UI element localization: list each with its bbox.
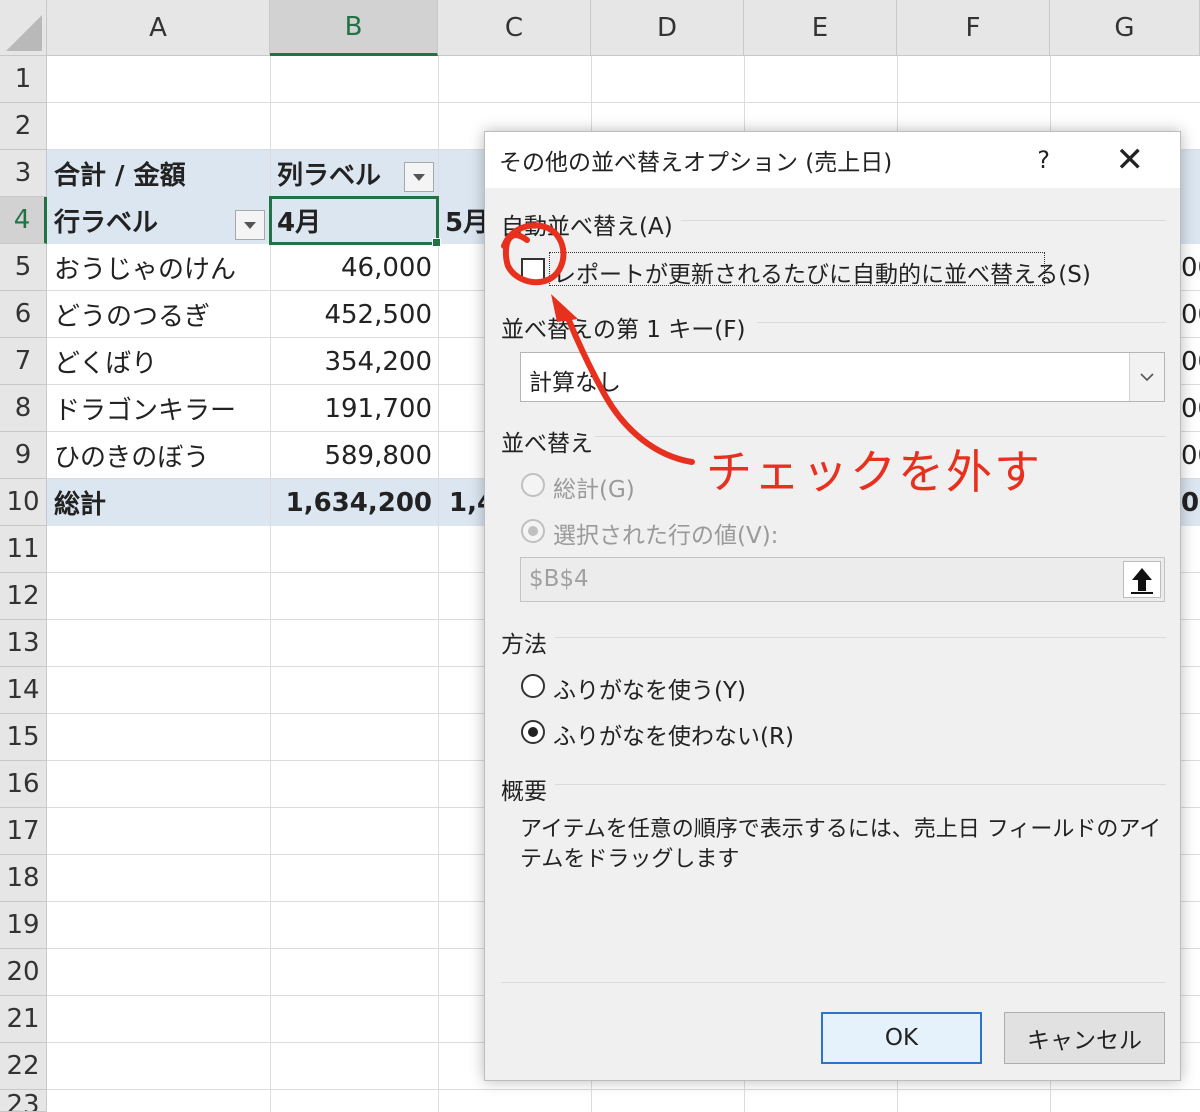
- pivot-value-cell[interactable]: 00: [1181, 338, 1200, 385]
- chevron-down-icon: [1140, 373, 1154, 382]
- row-labels-filter-button[interactable]: [235, 210, 265, 240]
- pivot-row-item[interactable]: ドラゴンキラー: [48, 385, 270, 432]
- row-header[interactable]: 5: [0, 244, 47, 291]
- pivot-total-value[interactable]: 1,634,200: [271, 479, 438, 526]
- pivot-value-cell[interactable]: 00: [1181, 385, 1200, 432]
- row-header[interactable]: 18: [0, 855, 47, 902]
- furigana-radio[interactable]: [521, 674, 545, 698]
- method-section-label: 方法: [501, 632, 547, 658]
- column-header-c[interactable]: C: [438, 0, 591, 56]
- dialog-titlebar[interactable]: その他の並べ替えオプション (売上日) ? ✕: [485, 132, 1180, 188]
- pivot-value-cell[interactable]: 589,800: [271, 432, 438, 479]
- reference-value: $B$4: [529, 566, 589, 592]
- column-header-e[interactable]: E: [744, 0, 897, 56]
- pivot-total-value[interactable]: 0: [1181, 479, 1200, 526]
- pivot-value-cell[interactable]: 452,500: [271, 291, 438, 338]
- row-header[interactable]: 11: [0, 526, 47, 573]
- row-header[interactable]: 2: [0, 103, 47, 150]
- reference-input[interactable]: $B$4: [520, 557, 1165, 602]
- sort-options-dialog: その他の並べ替えオプション (売上日) ? ✕ 自動並べ替え(A) レポートが更…: [484, 131, 1181, 1081]
- pivot-value-cell[interactable]: 354,200: [271, 338, 438, 385]
- summary-section-label: 概要: [501, 779, 547, 805]
- auto-sort-section-label: 自動並べ替え(A): [501, 214, 673, 240]
- row-header[interactable]: 21: [0, 996, 47, 1043]
- fill-handle[interactable]: [432, 238, 441, 247]
- row-header[interactable]: 1: [0, 56, 47, 103]
- auto-sort-checkbox[interactable]: [521, 258, 545, 282]
- pivot-value-cell[interactable]: 00: [1181, 291, 1200, 338]
- selected-row-radio-label[interactable]: 選択された行の値(V):: [553, 516, 778, 550]
- pivot-sum-header[interactable]: 合計 / 金額: [48, 150, 270, 197]
- column-header-f[interactable]: F: [897, 0, 1050, 56]
- pivot-row-item[interactable]: ひのきのぼう: [48, 432, 270, 479]
- row-header[interactable]: 6: [0, 291, 47, 338]
- column-header-d[interactable]: D: [591, 0, 744, 56]
- pivot-month-header[interactable]: 5月: [439, 197, 484, 244]
- ok-button[interactable]: OK: [821, 1012, 982, 1064]
- gridline: [47, 102, 1200, 103]
- cancel-button[interactable]: キャンセル: [1004, 1012, 1165, 1064]
- pivot-value-cell[interactable]: 191,700: [271, 385, 438, 432]
- row-header[interactable]: 4: [0, 197, 47, 244]
- row-header[interactable]: 8: [0, 385, 47, 432]
- dropdown-arrow-icon: [244, 221, 256, 229]
- gridline: [47, 1089, 1200, 1090]
- pivot-row-item[interactable]: どうのつるぎ: [48, 291, 270, 338]
- row-header[interactable]: 15: [0, 714, 47, 761]
- row-header[interactable]: 3: [0, 150, 47, 197]
- row-header[interactable]: 9: [0, 432, 47, 479]
- select-all-corner[interactable]: [0, 0, 47, 56]
- row-header[interactable]: 22: [0, 1043, 47, 1090]
- collapse-dialog-button[interactable]: [1123, 561, 1161, 598]
- active-cell-selection: [269, 196, 441, 247]
- column-header-a[interactable]: A: [47, 0, 270, 56]
- first-key-value: 計算なし: [529, 370, 621, 396]
- pivot-row-item[interactable]: おうじゃのけん: [48, 244, 270, 291]
- combobox-dropdown-button[interactable]: [1129, 353, 1164, 401]
- pivot-total-value[interactable]: 1,4: [443, 479, 484, 526]
- column-header-b[interactable]: B: [270, 0, 438, 56]
- column-header-g[interactable]: G: [1050, 0, 1200, 56]
- row-header[interactable]: 12: [0, 573, 47, 620]
- dropdown-arrow-icon: [413, 173, 425, 181]
- summary-text: アイテムを任意の順序で表示するには、売上日 フィールドのアイテムをドラッグします: [520, 817, 1162, 872]
- pivot-row-item[interactable]: どくばり: [48, 338, 270, 385]
- dialog-title: その他の並べ替えオプション (売上日): [499, 150, 893, 176]
- row-header[interactable]: 10: [0, 479, 47, 526]
- close-button[interactable]: ✕: [1116, 140, 1145, 180]
- row-header[interactable]: 23: [0, 1090, 47, 1112]
- first-key-label: 並べ替えの第 1 キー(F): [501, 317, 746, 343]
- pivot-value-cell[interactable]: 00: [1181, 244, 1200, 291]
- row-header[interactable]: 19: [0, 902, 47, 949]
- pivot-total-label[interactable]: 総計: [48, 479, 270, 526]
- total-radio[interactable]: [521, 473, 545, 497]
- total-radio-label[interactable]: 総計(G): [553, 470, 635, 504]
- no-furigana-radio-label[interactable]: ふりがなを使わない(R): [553, 717, 794, 751]
- sort-by-section-label: 並べ替え: [501, 431, 593, 457]
- row-header[interactable]: 17: [0, 808, 47, 855]
- row-header[interactable]: 7: [0, 338, 47, 385]
- annotation-text: チェックを外す: [706, 445, 1042, 499]
- section-separator: [501, 982, 1166, 983]
- auto-sort-checkbox-label[interactable]: レポートが更新されるたびに自動的に並べ替える(S): [553, 255, 1091, 289]
- row-header[interactable]: 20: [0, 949, 47, 996]
- selected-row-radio[interactable]: [521, 519, 545, 543]
- help-button[interactable]: ?: [1037, 146, 1050, 174]
- row-header[interactable]: 14: [0, 667, 47, 714]
- row-header[interactable]: 16: [0, 761, 47, 808]
- section-separator: [555, 637, 1166, 638]
- first-key-combobox[interactable]: 計算なし: [520, 352, 1165, 402]
- column-labels-filter-button[interactable]: [404, 162, 434, 192]
- section-separator: [555, 784, 1166, 785]
- section-separator: [757, 322, 1166, 323]
- row-header[interactable]: 13: [0, 620, 47, 667]
- no-furigana-radio[interactable]: [521, 720, 545, 744]
- arrow-up-icon: [1131, 567, 1153, 594]
- pivot-value-cell[interactable]: 00: [1181, 432, 1200, 479]
- section-separator: [681, 220, 1166, 221]
- pivot-value-cell[interactable]: 46,000: [271, 244, 438, 291]
- furigana-radio-label[interactable]: ふりがなを使う(Y): [553, 671, 746, 705]
